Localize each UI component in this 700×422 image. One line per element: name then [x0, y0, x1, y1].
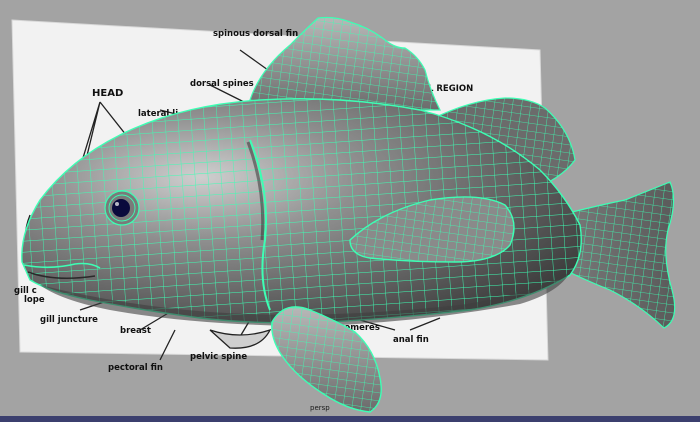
ref-label-anal-fin: anal fin: [393, 335, 429, 345]
ref-label-region: L REGION: [428, 84, 473, 94]
viewport-bottom-border: [0, 416, 700, 422]
ref-label-spinous-dorsal-fin: spinous dorsal fin: [213, 29, 298, 39]
ref-label-operculum: lope: [24, 295, 45, 305]
ref-label-pectoral-fin: pectoral fin: [108, 363, 163, 373]
ref-label-dorsal-spines: dorsal spines: [190, 79, 254, 89]
ref-label-breast: breast: [120, 326, 151, 336]
perspective-viewport[interactable]: HEAD spinous dorsal fin dorsal spines la…: [0, 0, 700, 422]
eye-mesh[interactable]: [104, 190, 140, 226]
ref-label-head: HEAD: [92, 88, 123, 99]
scene-canvas[interactable]: HEAD spinous dorsal fin dorsal spines la…: [0, 0, 700, 422]
ref-label-gill-juncture: gill juncture: [40, 315, 98, 325]
ref-label-pelvic-spine: pelvic spine: [190, 352, 247, 362]
camera-name-label: persp: [310, 404, 330, 412]
